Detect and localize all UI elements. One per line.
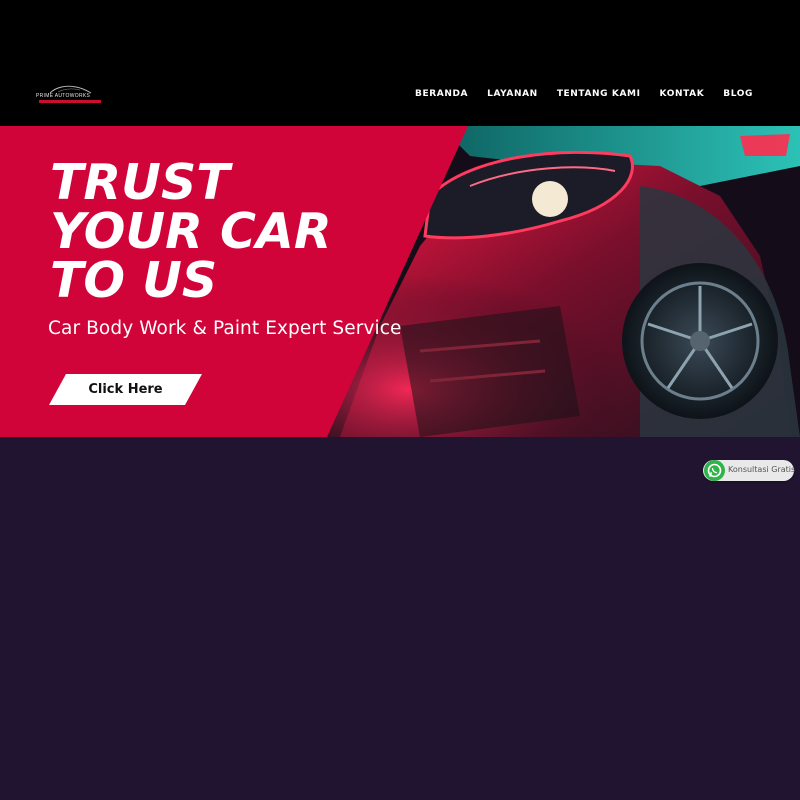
nav-item-beranda[interactable]: BERANDA: [415, 89, 468, 99]
click-here-button[interactable]: Click Here: [49, 374, 202, 405]
whatsapp-label: Konsultasi Gratis: [728, 465, 796, 474]
nav-item-kontak[interactable]: KONTAK: [660, 89, 705, 99]
site-header: PRIME AUTOWORKS BERANDA LAYANAN TENTANG …: [0, 0, 800, 126]
nav-item-tentang-kami[interactable]: TENTANG KAMI: [557, 89, 641, 99]
main-nav: BERANDA LAYANAN TENTANG KAMI KONTAK BLOG: [415, 89, 753, 99]
whatsapp-icon: [704, 460, 725, 481]
hero-subtitle: Car Body Work & Paint Expert Service: [48, 318, 402, 339]
hero-banner: TRUST YOUR CAR TO US Car Body Work & Pai…: [0, 126, 800, 437]
brand-logo[interactable]: PRIME AUTOWORKS: [36, 84, 104, 106]
whatsapp-consult-button[interactable]: Konsultasi Gratis: [703, 460, 796, 481]
nav-item-blog[interactable]: BLOG: [723, 89, 753, 99]
headline-line-1: TRUST: [50, 154, 230, 211]
logo-text: PRIME AUTOWORKS: [36, 93, 91, 99]
logo-stripe: [39, 100, 101, 103]
cta-label: Click Here: [88, 382, 163, 397]
hero-headline: TRUST YOUR CAR TO US: [50, 158, 332, 305]
headline-line-2: YOUR CAR: [50, 203, 332, 260]
page: PRIME AUTOWORKS BERANDA LAYANAN TENTANG …: [0, 0, 800, 800]
headline-line-3: TO US: [50, 252, 218, 309]
nav-item-layanan[interactable]: LAYANAN: [487, 89, 538, 99]
